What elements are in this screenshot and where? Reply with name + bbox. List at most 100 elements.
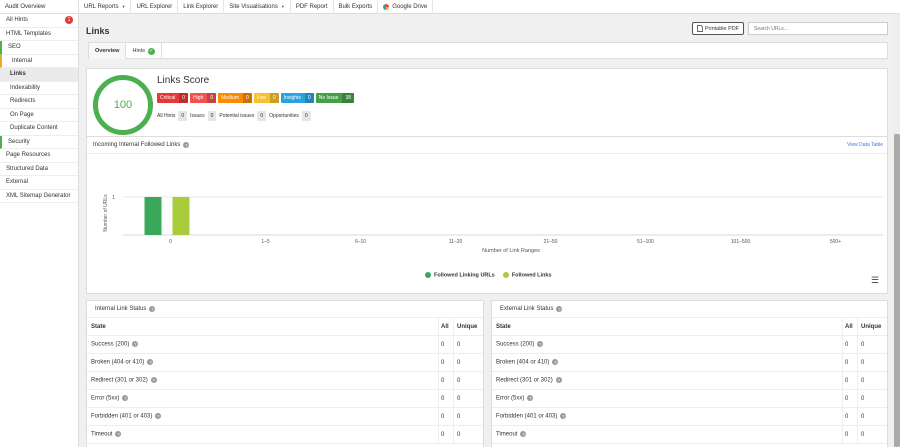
sidebar-item-security[interactable]: Security [0, 135, 78, 149]
severity-chip[interactable]: High 0 [190, 93, 217, 103]
hint-label[interactable]: Potential issues [219, 113, 254, 119]
nav-bulk-exports[interactable]: Bulk Exports [334, 0, 379, 14]
caret-down-icon: ▼ [280, 4, 285, 9]
x-tick-label: 0 [169, 239, 172, 245]
help-icon[interactable]: ? [149, 306, 156, 312]
sidebar-item-label: Redirects [10, 98, 36, 105]
unique-count-cell[interactable]: 0 [453, 371, 483, 390]
sidebar-item-label: Internal [12, 57, 33, 64]
unique-count-cell[interactable]: 0 [857, 389, 887, 408]
unique-count-cell[interactable]: 0 [453, 353, 483, 372]
help-icon[interactable]: ? [132, 341, 139, 348]
legend-item[interactable]: Followed Links [502, 272, 552, 278]
all-count-cell[interactable]: 0 [438, 371, 453, 390]
nav-pdf-report[interactable]: PDF Report [291, 0, 334, 14]
sidebar-item-external[interactable]: External [0, 176, 78, 190]
help-icon[interactable]: ? [552, 359, 559, 366]
table-row: Success (200)? 0 0 [492, 335, 887, 354]
unique-count-cell[interactable]: 0 [453, 407, 483, 426]
help-icon[interactable]: ? [155, 413, 162, 420]
hint-label[interactable]: All Hints [157, 113, 175, 119]
help-icon[interactable]: ? [555, 377, 562, 384]
all-count-cell[interactable]: 0 [438, 407, 453, 426]
all-count-cell[interactable]: 0 [438, 389, 453, 408]
google-drive-icon [383, 3, 390, 10]
hint-label[interactable]: Opportunities [269, 113, 299, 119]
help-icon[interactable]: ? [560, 413, 567, 420]
all-count-cell[interactable]: 0 [438, 335, 453, 354]
nav-site-visualisations[interactable]: Site Visualisations ▼ [224, 0, 291, 14]
help-icon[interactable]: ? [520, 431, 527, 438]
x-tick-label: 51–100 [637, 239, 654, 245]
view-data-table-link[interactable]: View Data Table [847, 142, 883, 148]
page-title: Links [86, 26, 110, 36]
nav-url-reports[interactable]: URL Reports ▼ [79, 0, 132, 14]
audit-overview-link[interactable]: Audit Overview [0, 0, 79, 14]
help-icon[interactable]: ? [527, 395, 534, 402]
all-count-cell[interactable]: 0 [842, 353, 857, 372]
hint-count: 0 [257, 111, 267, 121]
sidebar-item-html-templates[interactable]: HTML Templates [0, 28, 78, 41]
sidebar-item-indexability[interactable]: Indexability [0, 82, 78, 95]
sidebar-item-internal[interactable]: Internal [0, 54, 78, 68]
severity-chip[interactable]: Insights 0 [280, 93, 314, 103]
unique-count-cell[interactable]: 0 [453, 389, 483, 408]
unique-count-cell[interactable]: 0 [453, 425, 483, 444]
chart-card-title: Incoming Internal Followed Links [93, 142, 181, 148]
nav-google-drive[interactable]: Google Drive [378, 0, 434, 14]
all-count-cell[interactable]: 0 [842, 389, 857, 408]
help-icon[interactable]: ? [183, 142, 190, 148]
all-count-cell[interactable]: 0 [842, 371, 857, 390]
sidebar-item-redirects[interactable]: Redirects [0, 95, 78, 109]
help-icon[interactable]: ? [537, 341, 544, 348]
all-count-cell[interactable]: 0 [842, 335, 857, 354]
severity-chip[interactable]: Critical 0 [157, 93, 189, 103]
sidebar-item-all-hints[interactable]: All Hints 1 [0, 14, 78, 28]
nav-url-explorer[interactable]: URL Explorer [131, 0, 179, 14]
severity-chip[interactable]: No Issue 38 [315, 93, 354, 103]
page-scrollbar[interactable] [894, 14, 900, 447]
state-cell: Forbidden (401 or 403)? [87, 413, 438, 420]
scroll-thumb[interactable] [894, 134, 900, 447]
chart-menu-icon[interactable]: ☰ [871, 275, 879, 286]
unique-count-cell[interactable]: 0 [857, 353, 887, 372]
unique-count-cell[interactable]: 0 [857, 371, 887, 390]
help-icon[interactable]: ? [122, 395, 129, 402]
state-label: Error (5xx) [91, 395, 120, 402]
all-count-cell[interactable]: 0 [842, 425, 857, 444]
all-count-cell[interactable]: 0 [842, 407, 857, 426]
tab-overview[interactable]: Overview [89, 43, 127, 59]
all-count-cell[interactable]: 0 [438, 425, 453, 444]
unique-count-cell[interactable]: 0 [453, 335, 483, 354]
sidebar: All Hints 1 HTML Templates SEO Internal L… [0, 14, 79, 447]
help-icon[interactable]: ? [147, 359, 154, 366]
sidebar-item-seo[interactable]: SEO [0, 41, 78, 55]
tab-hints[interactable]: Hints ✓ [126, 43, 162, 59]
help-icon[interactable]: ? [115, 431, 122, 438]
help-icon[interactable]: ? [556, 306, 563, 312]
help-icon[interactable]: ? [150, 377, 157, 384]
sidebar-item-page-resources[interactable]: Page Resources [0, 149, 78, 163]
sidebar-item-links[interactable]: Links [0, 68, 78, 82]
severity-chip[interactable]: Low 0 [253, 93, 279, 103]
hint-count: 0 [301, 111, 311, 121]
unique-count-cell[interactable]: 0 [857, 425, 887, 444]
sidebar-item-on-page[interactable]: On Page [0, 109, 78, 122]
severity-label: Critical [160, 95, 176, 101]
sidebar-item-structured-data[interactable]: Structured Data [0, 163, 78, 176]
nav-link-explorer[interactable]: Link Explorer [178, 0, 225, 14]
sidebar-item-duplicate-content[interactable]: Duplicate Content [0, 122, 78, 136]
unique-count-cell[interactable]: 0 [857, 407, 887, 426]
column-header: Unique [857, 317, 887, 336]
search-urls-input[interactable] [748, 22, 888, 35]
sidebar-item-xml-sitemap-generator[interactable]: XML Sitemap Generator [0, 190, 78, 203]
severity-label: Low [256, 95, 266, 101]
severity-chip[interactable]: Medium 0 [218, 93, 252, 103]
printable-pdf-button[interactable]: Printable PDF [692, 22, 744, 35]
legend-item[interactable]: Followed Linking URLs [425, 272, 495, 278]
hint-label[interactable]: Issues [190, 113, 204, 119]
links-score-card: 100 Links Score Critical 0 High 0 Medium 0 Low… [86, 68, 888, 146]
unique-count-cell[interactable]: 0 [857, 335, 887, 354]
x-tick-label: 11–20 [449, 239, 463, 245]
all-count-cell[interactable]: 0 [438, 353, 453, 372]
